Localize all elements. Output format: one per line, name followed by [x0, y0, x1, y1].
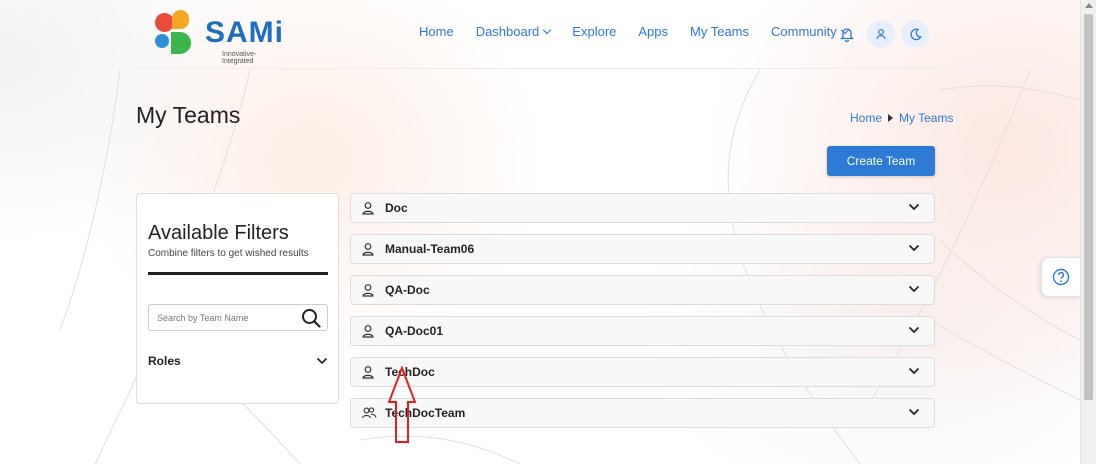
- caret-right-icon: [888, 114, 894, 122]
- chevron-down-icon: [908, 244, 920, 252]
- user-icon: [362, 202, 374, 215]
- team-row-manual-team06[interactable]: Manual-Team06: [350, 234, 935, 264]
- page-title: My Teams: [136, 102, 241, 128]
- team-row-qa-doc01[interactable]: QA-Doc01: [350, 316, 935, 346]
- chevron-down-icon: [543, 25, 552, 34]
- annotation-arrow-icon: [388, 366, 417, 443]
- team-name: QA-Doc: [385, 283, 430, 297]
- user-icon: [362, 325, 374, 338]
- logo-mark-blue: [155, 34, 169, 48]
- sami-logo[interactable]: SAMi Innovative-Integrated: [152, 10, 284, 65]
- roles-filter-toggle[interactable]: Roles: [148, 352, 328, 370]
- theme-toggle-button[interactable]: [901, 20, 929, 48]
- bell-icon: [840, 27, 854, 42]
- nav-dashboard-label: Dashboard: [475, 24, 540, 39]
- notification-button[interactable]: [833, 20, 861, 48]
- create-team-button[interactable]: Create Team: [827, 146, 935, 176]
- search-icon[interactable]: [301, 308, 321, 328]
- scrollbar-thumb[interactable]: [1084, 14, 1093, 400]
- moon-icon: [910, 28, 922, 40]
- nav-my-teams[interactable]: My Teams: [690, 24, 749, 39]
- nav-my-teams-label: My Teams: [690, 24, 750, 39]
- roles-filter-label: Roles: [148, 354, 181, 368]
- user-menu-button[interactable]: [867, 20, 895, 48]
- team-row-qa-doc[interactable]: QA-Doc: [350, 275, 935, 305]
- user-icon: [362, 366, 374, 379]
- team-row-techdoc[interactable]: TechDoc: [350, 357, 935, 387]
- chevron-down-icon: [316, 357, 328, 365]
- chevron-down-icon: [908, 367, 920, 375]
- logo-mark-green: [171, 32, 191, 54]
- main-nav: Home Dashboard Explore Apps My Teams Com…: [419, 24, 870, 39]
- page-scrollbar[interactable]: [1080, 0, 1096, 464]
- help-button[interactable]: [1041, 257, 1080, 297]
- logo-tagline: Innovative-Integrated: [222, 51, 257, 65]
- nav-home-label: Home: [419, 24, 454, 39]
- nav-community-label: Community: [771, 24, 837, 39]
- team-row-doc[interactable]: Doc: [350, 193, 935, 223]
- users-icon: [361, 407, 377, 419]
- user-icon: [876, 29, 886, 40]
- breadcrumb: Home My Teams: [850, 111, 953, 125]
- breadcrumb-current: My Teams: [899, 111, 954, 125]
- nav-home[interactable]: Home: [419, 24, 454, 39]
- chevron-down-icon: [908, 285, 920, 293]
- breadcrumb-home[interactable]: Home: [850, 111, 882, 125]
- team-name: Manual-Team06: [385, 242, 475, 256]
- nav-explore-label: Explore: [572, 24, 617, 39]
- team-search-box: [148, 304, 328, 331]
- user-icon: [362, 243, 374, 256]
- chevron-down-icon: [908, 408, 920, 416]
- team-search-input[interactable]: [157, 310, 292, 326]
- nav-dashboard[interactable]: Dashboard: [475, 24, 552, 39]
- user-icon: [362, 284, 374, 297]
- help-icon: [1052, 268, 1070, 286]
- scroll-up-icon[interactable]: [1085, 3, 1093, 8]
- filters-panel: Available Filters Combine filters to get…: [136, 193, 339, 404]
- nav-apps[interactable]: Apps: [638, 24, 668, 39]
- chevron-down-icon: [908, 326, 920, 334]
- filters-title: Available Filters: [148, 222, 289, 244]
- top-navbar: SAMi Innovative-Integrated Home Dashboar…: [136, 0, 946, 69]
- team-row-techdocteam[interactable]: TechDocTeam: [350, 398, 935, 428]
- nav-apps-label: Apps: [638, 24, 669, 39]
- team-name: QA-Doc01: [385, 324, 444, 338]
- filters-subtitle: Combine filters to get wished results: [148, 248, 309, 259]
- team-name: Doc: [385, 201, 408, 215]
- nav-explore[interactable]: Explore: [572, 24, 616, 39]
- logo-wordmark: SAMi: [205, 16, 284, 49]
- logo-mark-orange: [172, 10, 189, 29]
- filters-divider: [148, 272, 328, 275]
- chevron-down-icon: [908, 203, 920, 211]
